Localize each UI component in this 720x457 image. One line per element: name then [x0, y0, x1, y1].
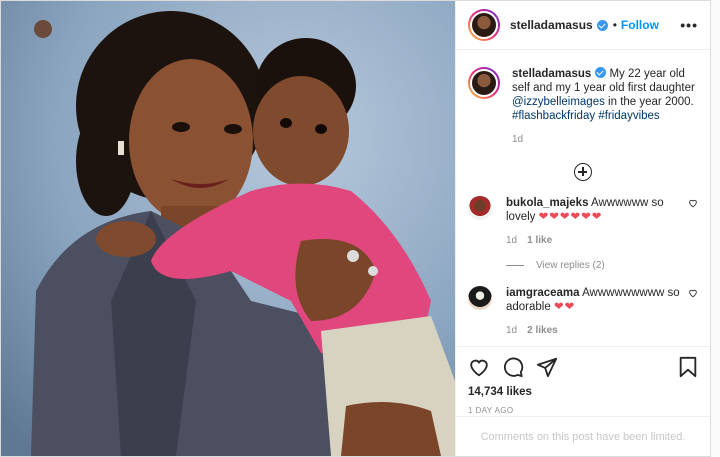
photo-illustration [1, 1, 455, 456]
comment-item: bukola_majeks Awwwwww so lovely ❤❤❤❤❤❤ 1… [468, 196, 698, 248]
verified-badge-icon [595, 67, 607, 78]
post-header: stelladamasus • Follow ••• [456, 1, 710, 50]
action-icons [468, 355, 698, 379]
comment-body: iamgraceama Awwwwwwwww so adorable ❤❤ 1d… [506, 286, 686, 338]
comment-time[interactable]: 1d [506, 325, 517, 336]
caption-body-2: in the year 2000. [604, 96, 694, 108]
follow-button[interactable]: Follow [621, 18, 659, 32]
instagram-post: stelladamasus • Follow ••• stelladamasus… [0, 0, 711, 457]
more-options-icon[interactable]: ••• [680, 17, 698, 33]
post-actions: 14,734 likes 1 DAY AGO [456, 346, 710, 415]
commenter-avatar[interactable] [468, 196, 492, 220]
post-date[interactable]: 1 DAY AGO [468, 406, 698, 415]
commenter-username[interactable]: iamgraceama [506, 287, 580, 299]
add-comment-icon[interactable] [574, 163, 592, 181]
comment-hearts: ❤❤ [553, 301, 576, 313]
post-sidebar: stelladamasus • Follow ••• stelladamasus… [455, 1, 710, 456]
avatar[interactable] [468, 9, 500, 41]
comment-meta: 1d 1 like [506, 234, 686, 248]
header-username[interactable]: stelladamasus [510, 18, 593, 32]
hashtag-link[interactable]: #flashbackfriday [512, 110, 595, 122]
view-replies-label: View replies (2) [536, 260, 605, 271]
comment-likes[interactable]: 1 like [527, 235, 552, 246]
heart-icon[interactable] [688, 198, 698, 208]
bookmark-icon[interactable] [678, 356, 698, 378]
heart-icon[interactable] [468, 356, 490, 378]
comment-time[interactable]: 1d [506, 235, 517, 246]
commenter-username[interactable]: bukola_majeks [506, 197, 588, 209]
likes-count[interactable]: 14,734 likes [468, 386, 698, 398]
caption-time[interactable]: 1d [512, 133, 698, 147]
comment-meta: 1d 2 likes [506, 324, 686, 338]
comment-body: bukola_majeks Awwwwww so lovely ❤❤❤❤❤❤ 1… [506, 196, 686, 248]
mention-link[interactable]: @izzybelleimages [512, 96, 605, 108]
hashtag-link[interactable]: #fridayvibes [598, 110, 659, 122]
post-photo[interactable] [1, 1, 455, 456]
caption-avatar[interactable] [468, 67, 500, 99]
comments-section[interactable]: stelladamasus My 22 year old self and my… [456, 51, 710, 345]
comment-hearts: ❤❤❤❤❤❤ [538, 211, 603, 223]
caption-text: stelladamasus My 22 year old self and my… [512, 67, 698, 147]
comment-item: iamgraceama Awwwwwwwww so adorable ❤❤ 1d… [468, 286, 698, 338]
comment-likes[interactable]: 2 likes [527, 325, 558, 336]
verified-badge-icon [596, 19, 608, 31]
share-icon[interactable] [536, 356, 558, 378]
comments-limited-notice: Comments on this post have been limited. [456, 416, 710, 456]
view-replies-button[interactable]: View replies (2) [506, 260, 698, 271]
heart-icon[interactable] [688, 288, 698, 298]
comment-icon[interactable] [502, 356, 524, 378]
commenter-avatar[interactable] [468, 286, 492, 310]
dot-separator: • [612, 18, 617, 32]
caption-username[interactable]: stelladamasus [512, 68, 591, 80]
caption: stelladamasus My 22 year old self and my… [468, 67, 698, 147]
